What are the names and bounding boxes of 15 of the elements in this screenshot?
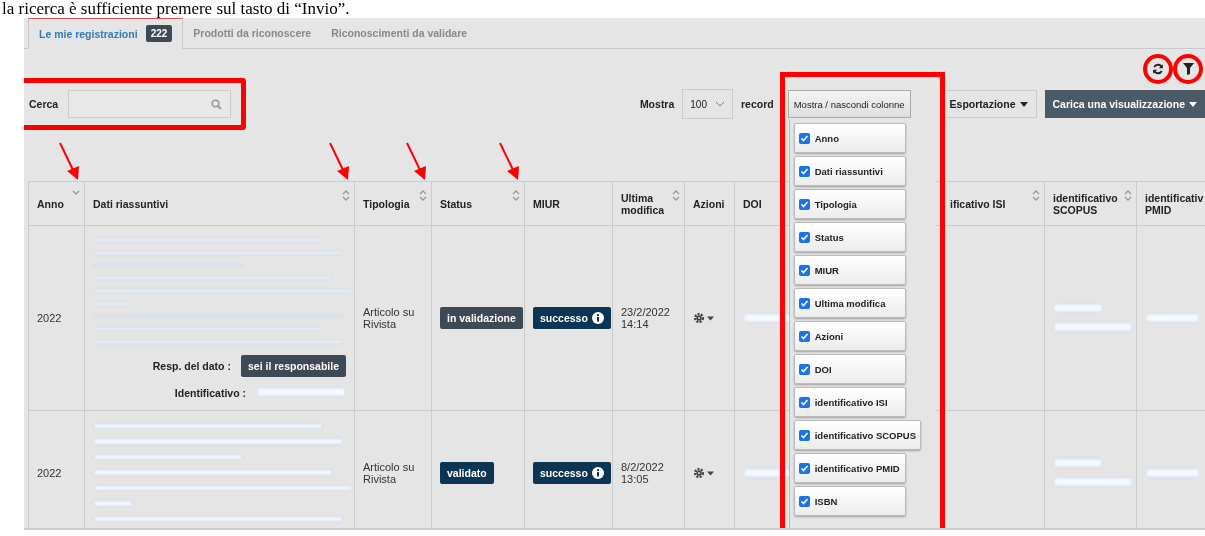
table-cell: 8/2/2022 13:05 bbox=[613, 410, 685, 528]
status-badge: in validazione bbox=[440, 307, 523, 329]
document-text: la ricerca è sufficiente premere sul tasto di “Invio”. bbox=[1, 0, 351, 18]
table-cell: 2022 bbox=[28, 410, 85, 528]
count-badge: 222 bbox=[145, 25, 173, 42]
table-cell: Articolo su Rivista bbox=[355, 410, 432, 528]
field-label: Identificativo : bbox=[174, 386, 246, 399]
page-size-suffix: record bbox=[741, 98, 774, 110]
field-label: Resp. del dato : bbox=[152, 360, 231, 373]
table-cell: 23/2/2022 14:14 bbox=[613, 225, 685, 410]
search-label: Cerca bbox=[29, 98, 59, 110]
page-size-label: Mostra bbox=[639, 98, 675, 110]
table-cell: 2022 bbox=[28, 225, 85, 410]
status-badge: validato bbox=[440, 462, 494, 484]
table-cell: Articolo su Rivista bbox=[355, 225, 432, 410]
